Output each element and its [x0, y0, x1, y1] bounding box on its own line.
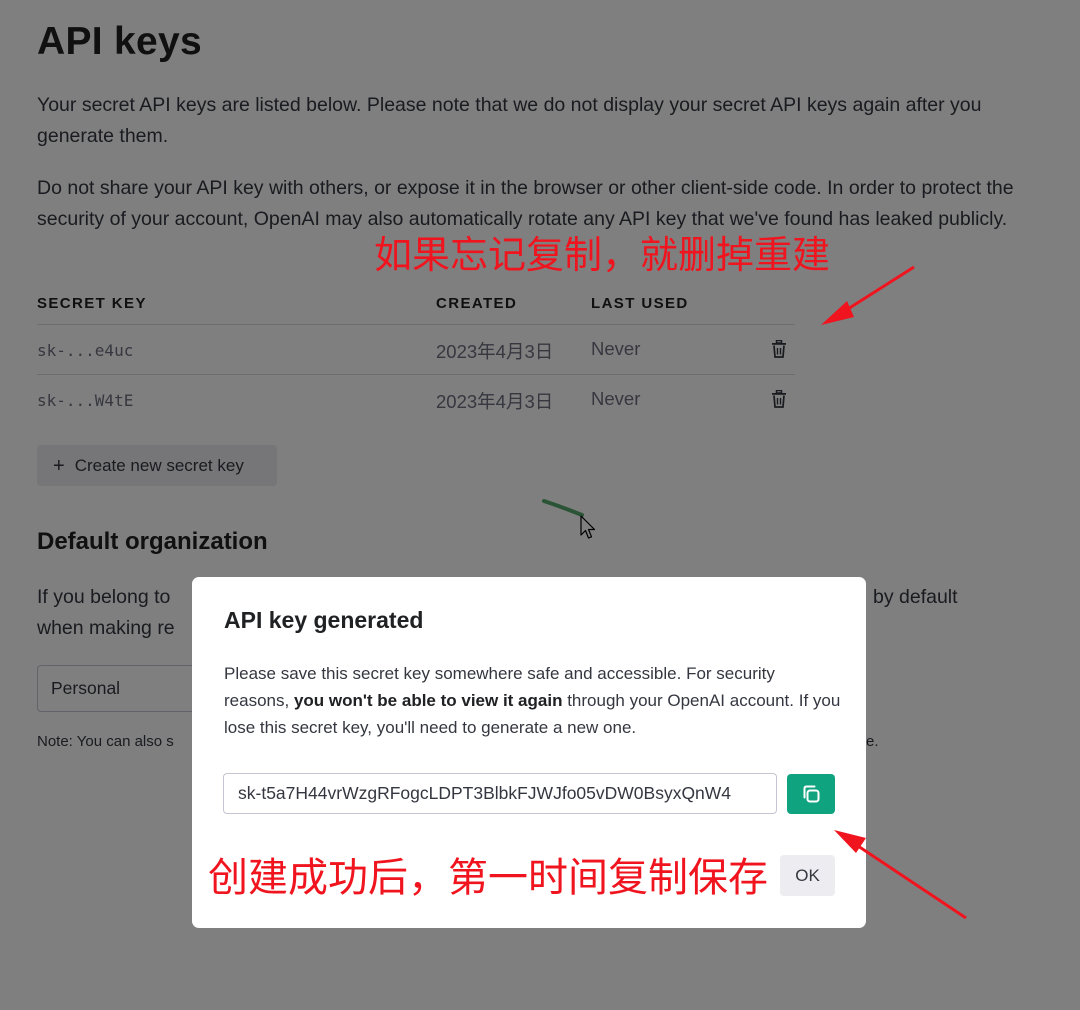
annotation-bottom: 创建成功后，第一时间复制保存 — [208, 855, 768, 901]
copy-icon — [803, 785, 820, 803]
secret-key-field[interactable] — [223, 773, 777, 814]
annotation-top: 如果忘记复制，就删掉重建 — [374, 233, 831, 277]
ok-button[interactable]: OK — [780, 855, 835, 896]
modal-body: Please save this secret key somewhere sa… — [224, 660, 844, 741]
copy-button[interactable] — [787, 774, 835, 814]
modal-title: API key generated — [224, 607, 424, 633]
modal-body-bold: you won't be able to view it again — [293, 691, 563, 710]
